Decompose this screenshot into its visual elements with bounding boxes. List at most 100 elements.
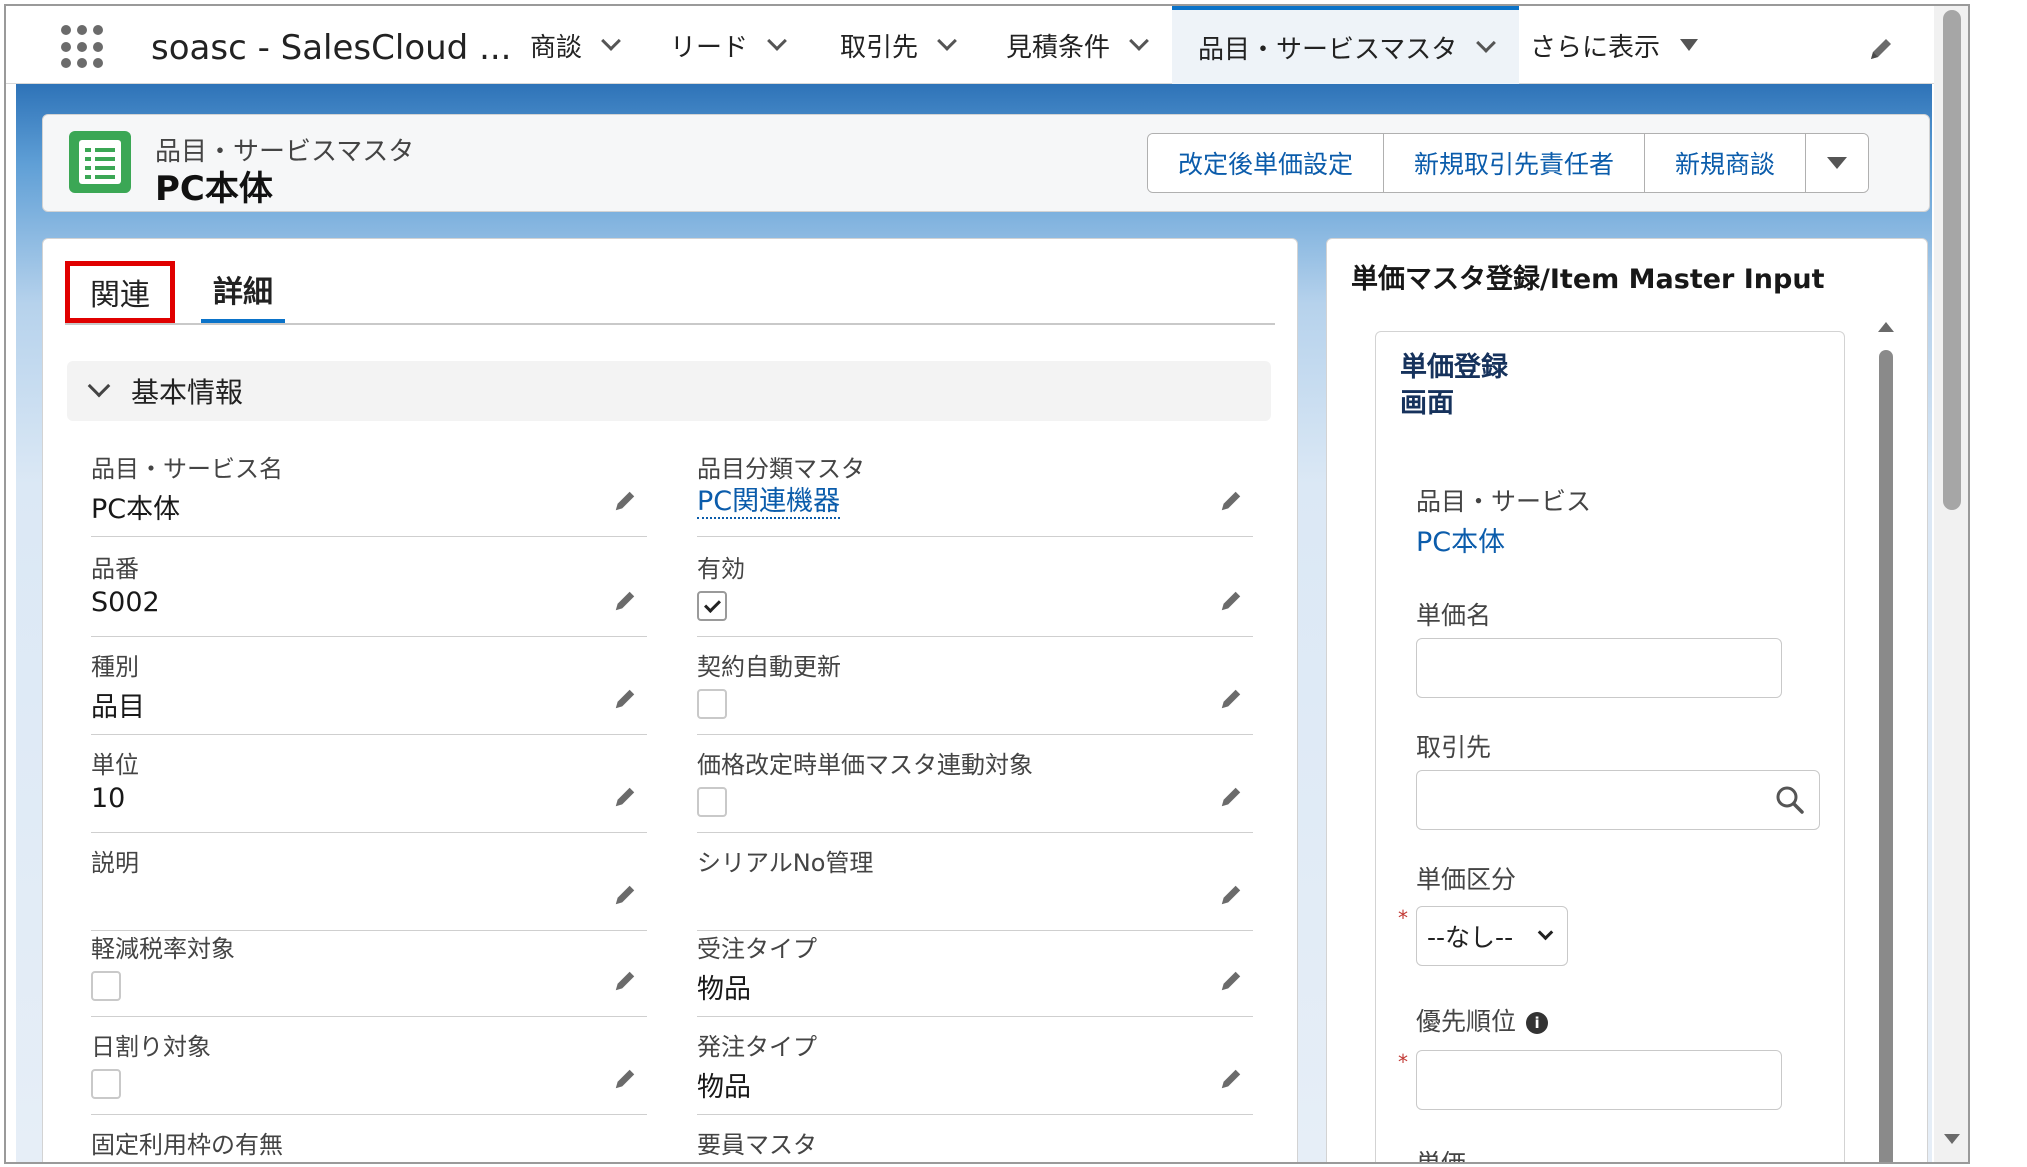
pencil-icon[interactable] [613,883,637,911]
pencil-icon[interactable] [1219,1067,1243,1095]
nav-item-opportunities[interactable]: 商談 [530,6,621,84]
record-list-icon [69,131,131,193]
pencil-icon[interactable] [1868,36,1894,66]
pencil-icon[interactable] [613,785,637,813]
field-label: 要員マスタ [697,1131,817,1159]
form-title: 単価登録 画面 [1400,350,1600,422]
priority-label: 優先順位 i [1416,1002,1549,1038]
priority-input[interactable] [1416,1050,1782,1110]
nav-item-label: 商談 [530,32,583,63]
price-name-input[interactable] [1416,638,1782,698]
chevron-down-icon [87,374,111,398]
pencil-icon[interactable] [613,687,637,715]
scroll-down-arrow[interactable] [1944,1134,1960,1144]
caret-down-icon [1827,157,1848,169]
field-prorated: 日割り対象 [91,1017,647,1115]
field-purchase-order-type: 発注タイプ 物品 [697,1017,1253,1115]
section-title: 基本情報 [131,376,244,409]
pencil-icon[interactable] [1219,687,1243,715]
scroll-up-arrow[interactable] [1878,322,1894,332]
field-label: 価格改定時単価マスタ連動対象 [697,751,1033,779]
field-item-number: 品番 S002 [91,539,647,637]
pencil-icon[interactable] [613,969,637,997]
field-price-revision-link: 価格改定時単価マスタ連動対象 [697,735,1253,833]
field-label: 契約自動更新 [697,653,841,681]
section-basic-info[interactable]: 基本情報 [67,361,1271,421]
nav-item-leads[interactable]: リード [670,6,787,84]
info-icon[interactable]: i [1526,1012,1549,1034]
checkbox [697,689,727,719]
checkbox [91,1069,121,1099]
field-value: 品目 [91,692,145,723]
field-label: 固定利用枠の有無 [91,1131,283,1159]
checkbox [697,787,727,817]
field-label: 説明 [91,849,139,877]
chevron-down-icon[interactable] [937,31,957,51]
nav-item-item-service-master[interactable]: 品目・サービスマスタ [1172,6,1520,84]
nav-item-more[interactable]: さらに表示 [1530,6,1699,84]
field-type: 種別 品目 [91,637,647,735]
nav-item-label: リード [670,32,749,63]
item-service-label: 品目・サービス [1416,487,1592,516]
panel-title: 単価マスタ登録/Item Master Input [1351,264,1825,295]
record-title: PC本体 [155,169,273,209]
nav-item-label: 見積条件 [1006,32,1111,63]
price-type-select[interactable]: --なし-- [1416,906,1568,966]
field-value: PC本体 [91,494,181,525]
account-lookup-input[interactable] [1416,770,1820,830]
nav-item-label: さらに表示 [1530,32,1661,63]
field-value: S002 [91,587,160,618]
field-label: 品目・サービス名 [91,455,283,483]
field-value: 物品 [697,1072,751,1103]
pencil-icon[interactable] [613,1067,637,1095]
new-opportunity-button[interactable]: 新規商談 [1645,134,1807,192]
tab-related[interactable]: 関連 [65,261,175,323]
item-category-link[interactable]: PC関連機器 [697,487,841,519]
form-title-text: 単価登録 画面 [1400,352,1508,419]
pencil-icon[interactable] [1219,883,1243,911]
field-label: 品番 [91,555,139,583]
account-label: 取引先 [1416,733,1492,762]
new-contact-button[interactable]: 新規取引先責任者 [1384,134,1646,192]
pencil-icon[interactable] [1219,969,1243,997]
field-description: 説明 [91,833,647,931]
required-marker: * [1398,906,1408,930]
search-icon[interactable] [1775,785,1805,819]
record-header: 品目・サービスマスタ PC本体 改定後単価設定 新規取引先責任者 新規商談 [42,114,1930,212]
app-name: soasc - SalesCloud ... [151,28,512,68]
unit-price-label: 単価 [1416,1149,1467,1164]
pencil-icon[interactable] [1219,785,1243,813]
window-scrollbar-thumb[interactable] [1943,10,1961,510]
chevron-down-icon[interactable] [601,31,621,51]
field-order-type: 受注タイプ 物品 [697,919,1253,1017]
checkbox-checked [697,591,727,621]
field-item-category: 品目分類マスタ PC関連機器 [697,439,1253,537]
panel-scrollbar-thumb[interactable] [1879,350,1893,1162]
pencil-icon[interactable] [613,489,637,517]
revised-price-button[interactable]: 改定後単価設定 [1148,134,1385,192]
action-button-group: 改定後単価設定 新規取引先責任者 新規商談 [1147,133,1870,193]
field-label: 受注タイプ [697,935,817,963]
tab-details[interactable]: 詳細 [201,259,285,323]
field-unit: 単位 10 [91,735,647,833]
pencil-icon[interactable] [1219,489,1243,517]
app-launcher-icon[interactable] [61,25,105,69]
more-actions-button[interactable] [1806,134,1869,192]
price-type-label: 単価区分 [1416,865,1517,894]
field-label: 種別 [91,653,139,681]
chevron-down-icon[interactable] [1129,31,1149,51]
price-master-input-panel: 単価マスタ登録/Item Master Input 単価登録 画面 品目・サービ… [1326,238,1928,1164]
chevron-down-icon[interactable] [1476,33,1497,53]
pencil-icon[interactable] [1219,589,1243,617]
nav-item-accounts[interactable]: 取引先 [840,6,957,84]
nav-item-quote-terms[interactable]: 見積条件 [1006,6,1149,84]
caret-down-icon[interactable] [1680,39,1699,51]
checkmark-icon [703,595,721,613]
price-name-label: 単価名 [1416,601,1492,630]
chevron-down-icon [1537,924,1554,941]
field-reduced-tax: 軽減税率対象 [91,919,647,1017]
item-service-link[interactable]: PC本体 [1416,520,1505,559]
chevron-down-icon[interactable] [767,31,787,51]
pencil-icon[interactable] [613,589,637,617]
field-label: 有効 [697,555,745,583]
